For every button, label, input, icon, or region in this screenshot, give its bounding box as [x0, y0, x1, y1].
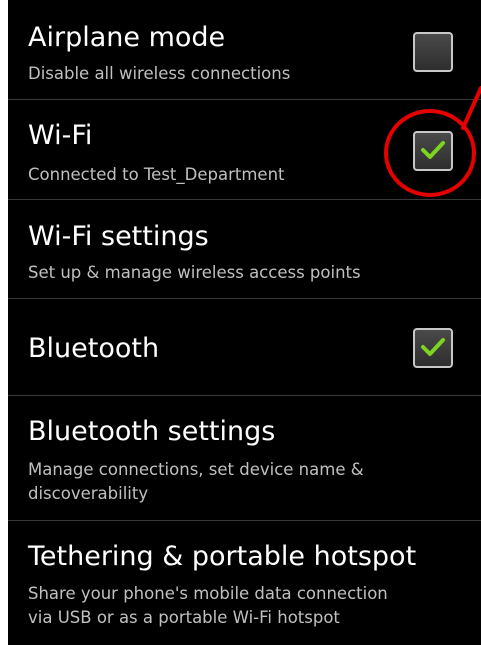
tethering-summary-line1: Share your phone's mobile data connectio… — [28, 584, 388, 603]
wifi-settings-title: Wi-Fi settings — [28, 221, 209, 252]
wifi-row[interactable]: Wi-Fi Connected to Test_Department — [8, 100, 481, 200]
tethering-title: Tethering & portable hotspot — [28, 541, 417, 572]
airplane-mode-title: Airplane mode — [28, 22, 226, 53]
wifi-summary: Connected to Test_Department — [28, 165, 285, 184]
tethering-row[interactable]: Tethering & portable hotspot Share your … — [8, 521, 481, 645]
bluetooth-settings-summary-line2: discoverability — [28, 484, 149, 503]
bluetooth-settings-title: Bluetooth settings — [28, 416, 276, 447]
checkmark-icon — [421, 338, 445, 356]
wifi-checkbox[interactable] — [413, 131, 453, 171]
checkmark-icon — [421, 141, 445, 159]
airplane-mode-checkbox[interactable] — [413, 32, 453, 72]
wifi-settings-row[interactable]: Wi-Fi settings Set up & manage wireless … — [8, 200, 481, 299]
wireless-settings-screen: Airplane mode Disable all wireless conne… — [8, 0, 481, 645]
bluetooth-title: Bluetooth — [28, 333, 160, 364]
bluetooth-settings-summary-line1: Manage connections, set device name & — [28, 460, 364, 479]
airplane-mode-summary: Disable all wireless connections — [28, 64, 291, 83]
wifi-title: Wi-Fi — [28, 120, 93, 151]
airplane-mode-row[interactable]: Airplane mode Disable all wireless conne… — [8, 0, 481, 100]
bluetooth-settings-row[interactable]: Bluetooth settings Manage connections, s… — [8, 396, 481, 521]
wifi-settings-summary: Set up & manage wireless access points — [28, 263, 361, 282]
bluetooth-checkbox[interactable] — [413, 328, 453, 368]
bluetooth-row[interactable]: Bluetooth — [8, 299, 481, 396]
tethering-summary-line2: via USB or as a portable Wi-Fi hotspot — [28, 608, 340, 627]
